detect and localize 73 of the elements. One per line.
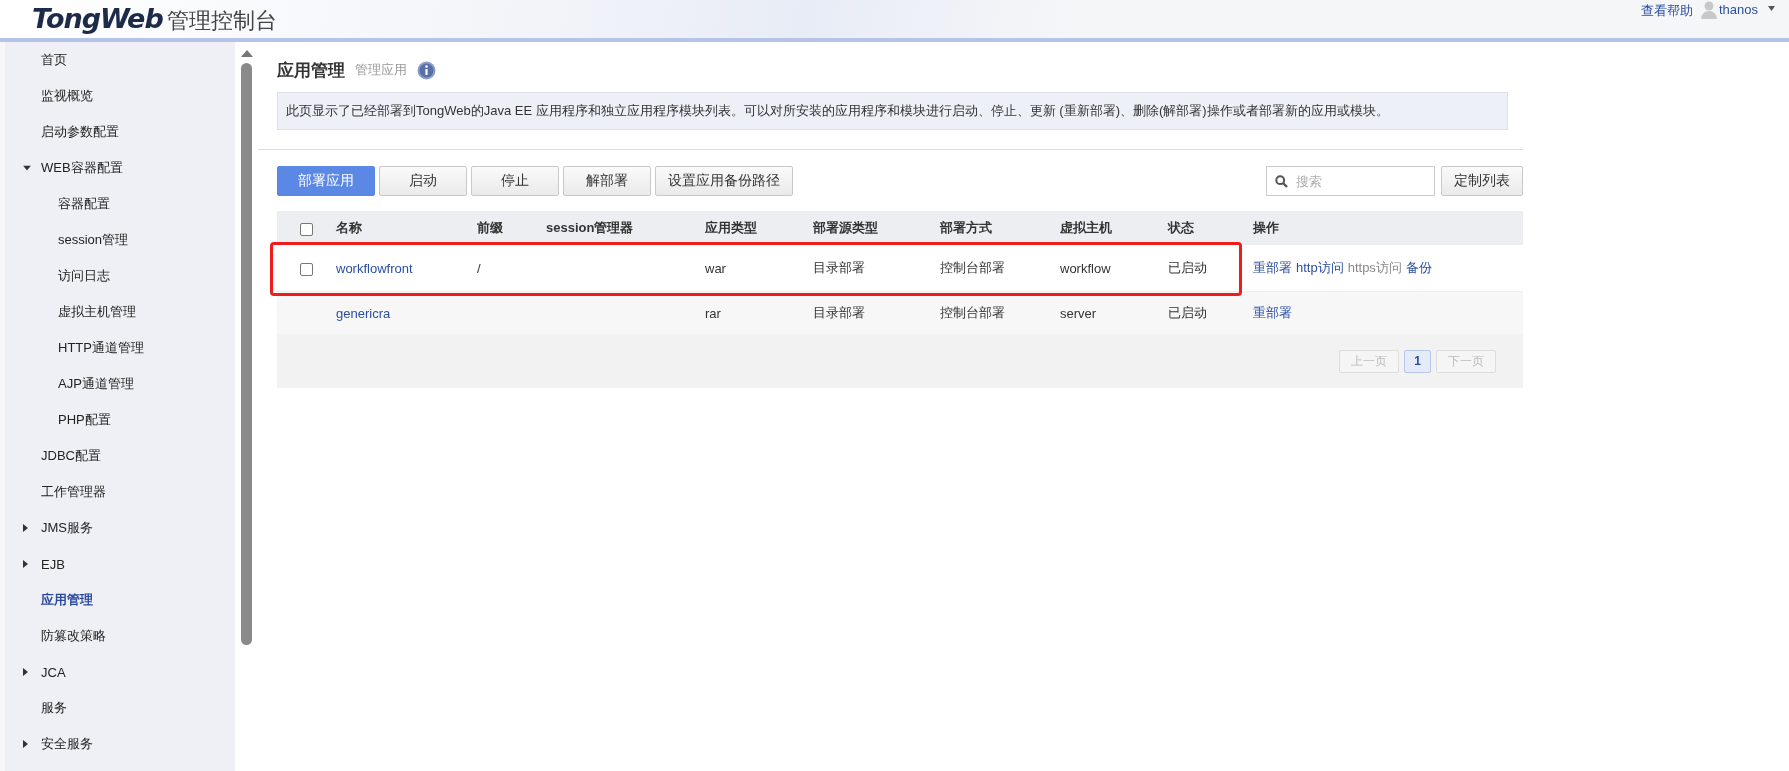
scrollbar-thumb[interactable] <box>241 63 252 645</box>
table-cell: workflow <box>1060 260 1111 276</box>
sidebar-item[interactable]: JDBC配置 <box>5 438 235 474</box>
action-link[interactable]: http访问 <box>1296 259 1344 277</box>
table-cell: war <box>705 260 726 276</box>
sidebar-item[interactable]: AJP通道管理 <box>5 366 235 402</box>
table-cell: rar <box>705 305 721 321</box>
collapsed-caret-icon[interactable] <box>23 668 28 676</box>
sidebar-item[interactable]: 访问日志 <box>5 258 235 294</box>
action-link[interactable]: 备份 <box>1405 259 1432 277</box>
column-header: session管理器 <box>546 220 634 235</box>
select-all-checkbox[interactable] <box>300 222 313 236</box>
toolbar-button[interactable]: 设置应用备份路径 <box>655 166 793 196</box>
sidebar-item[interactable]: 服务 <box>5 690 235 726</box>
sidebar-item[interactable]: EJB <box>5 546 235 582</box>
column-header: 操作 <box>1253 220 1279 235</box>
sidebar-item[interactable]: 应用管理 <box>5 582 235 618</box>
toolbar-button[interactable]: 停止 <box>471 166 559 196</box>
logo-brand: TongWeb <box>32 2 163 34</box>
user-name[interactable]: thanos <box>1718 2 1758 17</box>
table-cell: 已启动 <box>1168 260 1207 275</box>
toolbar-button[interactable]: 启动 <box>379 166 467 196</box>
sidebar-item[interactable]: 防篡改策略 <box>5 618 235 654</box>
sidebar-item[interactable]: WEB容器配置 <box>5 150 235 186</box>
sidebar-item[interactable]: 安全服务 <box>5 726 235 762</box>
column-header: 部署方式 <box>940 220 992 235</box>
table-cell: server <box>1060 305 1097 321</box>
sidebar-item[interactable]: JMS服务 <box>5 510 235 546</box>
toolbar-button[interactable]: 解部署 <box>563 166 651 196</box>
column-header: 应用类型 <box>705 220 757 235</box>
sidebar-item[interactable]: 监视概览 <box>5 78 235 114</box>
column-header: 前缀 <box>477 220 503 235</box>
action-link[interactable]: 重部署 <box>1253 259 1292 277</box>
column-header: 部署源类型 <box>813 220 878 235</box>
sidebar-item[interactable]: 首页 <box>5 42 235 78</box>
page-number-button[interactable]: 1 <box>1404 349 1431 373</box>
table-cell: 目录部署 <box>813 260 865 275</box>
collapsed-caret-icon[interactable] <box>23 740 28 748</box>
page-subtitle: 管理应用 <box>355 61 407 79</box>
page-title: 应用管理 <box>277 59 345 82</box>
sidebar-item[interactable]: HTTP通道管理 <box>5 330 235 366</box>
user-avatar-icon <box>1700 1 1717 19</box>
sidebar-item[interactable]: 启动参数配置 <box>5 114 235 150</box>
table-cell: 已启动 <box>1168 305 1207 320</box>
collapsed-caret-icon[interactable] <box>23 560 28 568</box>
info-icon[interactable] <box>417 60 436 80</box>
app-name-link[interactable]: genericra <box>336 305 391 321</box>
logo-title: 管理控制台 <box>166 6 277 35</box>
column-header: 虚拟主机 <box>1060 220 1112 235</box>
sidebar-item[interactable]: 容器配置 <box>5 186 235 222</box>
sidebar-item[interactable]: JCA <box>5 654 235 690</box>
collapsed-caret-icon[interactable] <box>23 524 28 532</box>
column-header: 名称 <box>336 220 362 235</box>
expanded-caret-icon[interactable] <box>23 165 31 171</box>
help-link[interactable]: 查看帮助 <box>1640 2 1693 20</box>
search-icon <box>1275 175 1288 188</box>
search-field[interactable]: 搜索 <box>1266 166 1435 196</box>
caret-icon[interactable] <box>1768 6 1775 11</box>
sidebar-item[interactable]: 虚拟主机管理 <box>5 294 235 330</box>
table-cell: 目录部署 <box>813 305 865 320</box>
table-cell: 控制台部署 <box>940 305 1005 320</box>
sidebar-item[interactable]: 工作管理器 <box>5 474 235 510</box>
table-cell: 控制台部署 <box>940 260 1005 275</box>
sidebar-item[interactable]: session管理 <box>5 222 235 258</box>
scroll-up-icon[interactable] <box>240 50 253 57</box>
app-name-link[interactable]: workflowfront <box>336 260 413 276</box>
customize-columns-button[interactable]: 定制列表 <box>1441 166 1523 196</box>
column-header: 状态 <box>1168 220 1194 235</box>
table-cell: / <box>477 260 481 276</box>
sidebar-item[interactable]: PHP配置 <box>5 402 235 438</box>
action-link[interactable]: 重部署 <box>1253 304 1292 322</box>
row-checkbox[interactable] <box>300 262 313 276</box>
page-description: 此页显示了已经部署到TongWeb的Java EE 应用程序和独立应用程序模块列表。可以对所安装的应用程序和模块进行启动、停止、更新 (重新部署)、删除(解部署)操作或者部署新的应用或模块。 <box>277 92 1508 130</box>
